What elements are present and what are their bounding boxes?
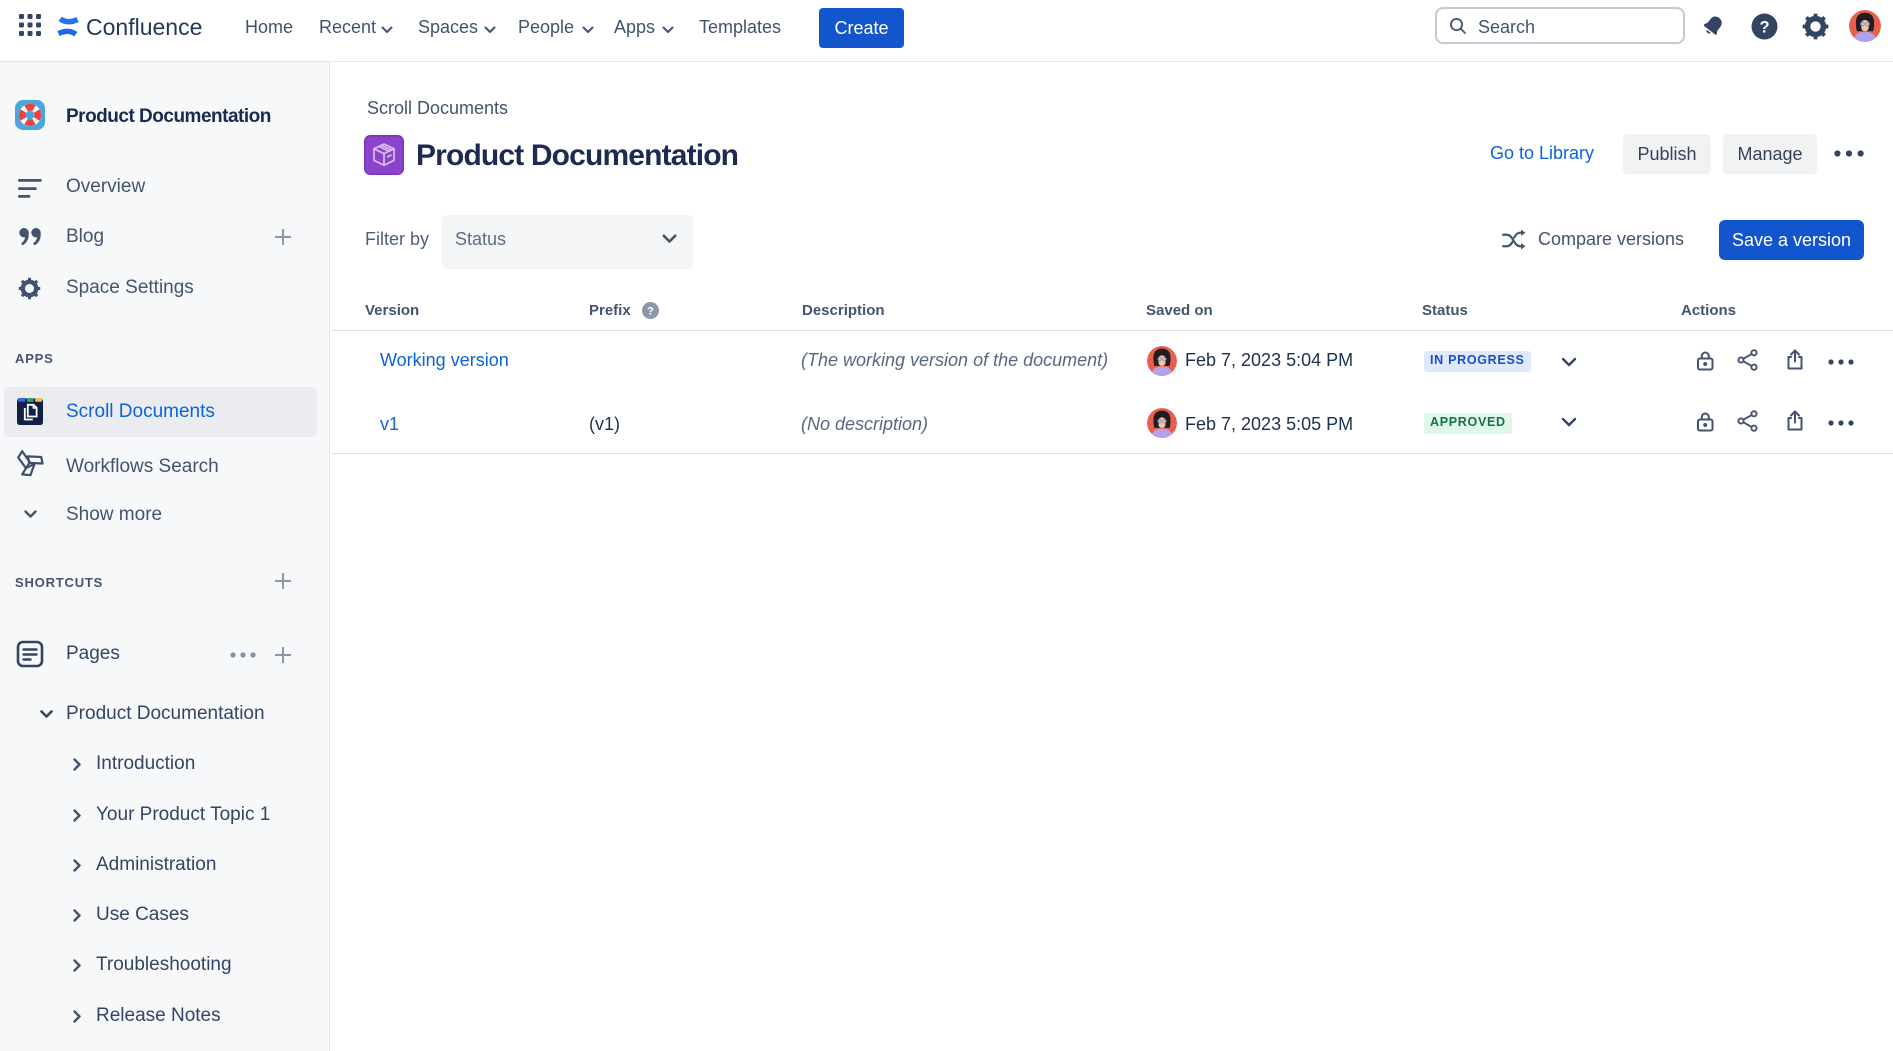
svg-text:?: ? bbox=[647, 306, 654, 318]
svg-text:?: ? bbox=[1759, 19, 1769, 37]
